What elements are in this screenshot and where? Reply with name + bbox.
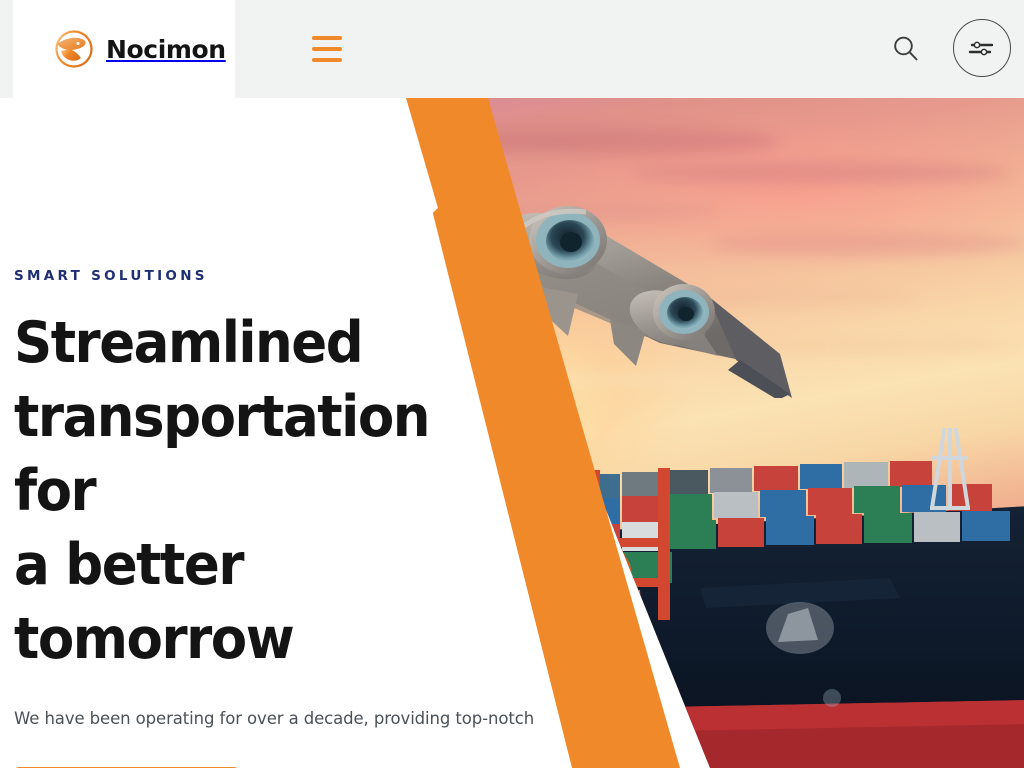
settings-toggle-button[interactable] [953, 19, 1011, 77]
hero-section: SMART SOLUTIONS Streamlined transportati… [0, 98, 1024, 768]
hamburger-bar-3 [312, 58, 342, 62]
hamburger-menu-icon[interactable] [312, 36, 342, 62]
brand-logo-link[interactable]: Nocimon [13, 0, 235, 98]
headline-line-3: a better tomorrow [14, 532, 295, 672]
site-header: Nocimon [0, 0, 1024, 98]
headline-line-2: transportation for [14, 384, 431, 524]
white-wedge-accent [380, 98, 438, 228]
headline-line-1: Streamlined [14, 310, 364, 376]
hero-headline: Streamlined transportation for a better … [14, 306, 507, 676]
hero-copy: SMART SOLUTIONS Streamlined transportati… [14, 268, 544, 768]
brand-name: Nocimon [106, 34, 226, 64]
sliders-settings-icon [968, 41, 994, 56]
bird-wing-circle-logo-icon [37, 30, 93, 68]
page-root: SMART SOLUTIONS Streamlined transportati… [0, 0, 1024, 768]
search-icon[interactable] [890, 33, 922, 65]
hero-subtext: We have been operating for over a decade… [14, 709, 535, 728]
hamburger-bar-1 [312, 36, 342, 40]
hamburger-bar-2 [312, 47, 342, 51]
hero-eyebrow: SMART SOLUTIONS [14, 268, 208, 284]
